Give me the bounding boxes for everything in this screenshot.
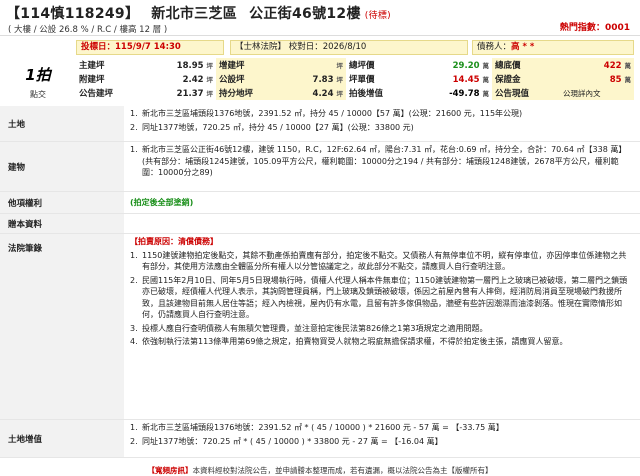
value-deposit: 85 bbox=[609, 74, 622, 85]
auction-summary: 主建坪 18.95 坪 增建坪 坪 總坪價 29.20 萬 總底價 422 萬 … bbox=[76, 58, 634, 102]
label-added-area: 增建坪 bbox=[216, 58, 285, 72]
list-item: 3. 投標人應自行查明債務人有無積欠管理費，並注意拍定後民法第826條之1第3項規… bbox=[130, 323, 488, 333]
auction-reason: 【拍賣原因：清償債務】 bbox=[130, 237, 218, 246]
list-item: 2. 同址1377地號：720.25 ㎡ * ( 45 / 10000 ) * 3… bbox=[130, 436, 443, 446]
label-announced-area: 公告建坪 bbox=[79, 89, 114, 99]
value-land-share: 4.24 bbox=[312, 88, 334, 99]
list-item: 2. 民國115年2月10日、同年5月5日現場執行時，債權人代理人稱本件無車位；1… bbox=[130, 275, 628, 320]
unit: 萬 bbox=[624, 75, 632, 84]
heat-index: 熱門指數：0001 bbox=[559, 23, 630, 33]
case-number: 【114慎118249】 bbox=[6, 6, 140, 22]
list-item: 1. 新北市三芝區公正街46號12樓，建號 1150，R.C，12F:62.64 … bbox=[130, 145, 627, 177]
auction-date-bar: 投標日：115/9/7 14:30 bbox=[76, 40, 224, 55]
list-item: 1. 新北市三芝區埔頭段1376地號：2391.52 ㎡ * ( 45 / 100… bbox=[130, 423, 504, 432]
land-label: 土地 bbox=[0, 106, 124, 141]
value-announced-value: 公現詳內文 bbox=[560, 86, 634, 100]
value-public-area: 7.83 bbox=[312, 74, 334, 85]
unit: 萬 bbox=[482, 75, 490, 84]
other-rights-value: (拍定後全部塗銷) bbox=[130, 197, 194, 207]
auction-round-badge: 1拍 點交 bbox=[6, 58, 70, 102]
detail-grid: 土地 1. 新北市三芝區埔頭段1376地號，2391.52 ㎡，持分 45 / 1… bbox=[0, 106, 640, 458]
unit: 萬 bbox=[482, 61, 490, 70]
land-value-row: 土地增值 1. 新北市三芝區埔頭段1376地號：2391.52 ㎡ * ( 45 … bbox=[0, 420, 640, 458]
debtor-bar: 債務人：高 * * bbox=[472, 40, 634, 55]
label-public-area: 公設坪 bbox=[216, 72, 285, 86]
label-value-increase: 拍後增值 bbox=[348, 89, 383, 99]
building-row: 建物 1. 新北市三芝區公正街46號12樓，建號 1150，R.C，12F:62.… bbox=[0, 142, 640, 192]
legal-content: 【拍賣原因：清償債務】 1. 1150建號建物拍定後點交，其餘不動產係拍賣應有部分… bbox=[124, 234, 640, 419]
value-value-increase: -49.78 bbox=[449, 88, 480, 99]
location: 新北市三芝區 bbox=[151, 6, 238, 22]
value-main-area: 18.95 bbox=[176, 60, 204, 71]
value-total-price-ping: 29.20 bbox=[452, 60, 480, 71]
court-bar: 【士林法院】 校對日：2026/8/10 bbox=[230, 40, 468, 55]
list-item: 4. 依強制執行法第113條準用第69條之規定，拍賣物買受人就物之瑕疵無擔保請求權… bbox=[130, 337, 568, 346]
unit: 坪 bbox=[336, 89, 343, 98]
value-attached-area: 2.42 bbox=[182, 74, 204, 85]
address: 公正街46號12樓 bbox=[249, 6, 361, 22]
footer-tag: 【寬頻房訊】 bbox=[147, 466, 193, 475]
list-item: 1. 新北市三芝區埔頭段1376地號，2391.52 ㎡，持分 45 / 1000… bbox=[130, 109, 523, 118]
gift-data-row: 贈本資料 bbox=[0, 214, 640, 234]
unit: 坪 bbox=[206, 89, 214, 98]
label-attached-area: 附建坪 bbox=[79, 75, 105, 85]
legal-row: 法院筆錄 【拍賣原因：清償債務】 1. 1150建號建物拍定後點交，其餘不動產係拍… bbox=[0, 234, 640, 420]
unit: 萬 bbox=[482, 89, 490, 98]
unit: 坪 bbox=[336, 61, 343, 70]
building-content: 1. 新北市三芝區公正街46號12樓，建號 1150，R.C，12F:62.64 … bbox=[124, 142, 640, 191]
unit: 坪 bbox=[206, 75, 214, 84]
page-title: 【114慎118249】 新北市三芝區 公正街46號12樓 (待標) bbox=[6, 3, 391, 23]
other-rights-label: 他項權利 bbox=[0, 192, 124, 213]
unit: 坪 bbox=[336, 75, 343, 84]
unit: 萬 bbox=[624, 61, 632, 70]
label-main-area: 主建坪 bbox=[79, 61, 105, 71]
unit: 坪 bbox=[206, 61, 214, 70]
building-label: 建物 bbox=[0, 142, 124, 191]
list-item: 1. 1150建號建物拍定後點交，其餘不動產係拍賣應有部分，拍定後不點交。又債務人… bbox=[130, 250, 627, 272]
land-row: 土地 1. 新北市三芝區埔頭段1376地號，2391.52 ㎡，持分 45 / 1… bbox=[0, 106, 640, 142]
label-total-price-ping: 總坪價 bbox=[348, 61, 375, 71]
label-land-share: 持分地坪 bbox=[216, 86, 285, 100]
footer-text: 本資料經校對法院公告，並申請謄本整理而成，若有遺漏，概以法院公告為主【版權所有】 bbox=[192, 466, 493, 475]
label-announced-value: 公告現值 bbox=[492, 86, 561, 100]
delivery-type: 點交 bbox=[30, 90, 46, 99]
legal-label: 法院筆錄 bbox=[0, 234, 124, 419]
status-badge: (待標) bbox=[364, 11, 391, 21]
page-header: 【114慎118249】 新北市三芝區 公正街46號12樓 (待標) ( 大樓 / 公… bbox=[0, 0, 640, 36]
footer: 【寬頻房訊】本資料經校對法院公告，並申請謄本整理而成，若有遺漏，概以法院公告為主… bbox=[0, 465, 640, 475]
label-deposit: 保證金 bbox=[492, 72, 561, 86]
other-rights-row: 他項權利 (拍定後全部塗銷) bbox=[0, 192, 640, 214]
land-value-content: 1. 新北市三芝區埔頭段1376地號：2391.52 ㎡ * ( 45 / 100… bbox=[124, 420, 640, 457]
gift-data-value bbox=[124, 214, 640, 233]
value-announced-area: 21.37 bbox=[176, 88, 204, 99]
property-summary: ( 大樓 / 公設 26.8 % / R.C / 樓高 12 層 ) bbox=[8, 25, 168, 35]
land-content: 1. 新北市三芝區埔頭段1376地號，2391.52 ㎡，持分 45 / 1000… bbox=[124, 106, 640, 141]
auction-round: 1拍 bbox=[25, 66, 51, 84]
value-base-price: 422 bbox=[603, 60, 622, 71]
land-value-label: 土地增值 bbox=[0, 420, 124, 457]
gift-data-label: 贈本資料 bbox=[0, 214, 124, 233]
label-unit-price: 坪單價 bbox=[348, 75, 375, 85]
value-unit-price: 14.45 bbox=[452, 74, 480, 85]
label-base-price: 總底價 bbox=[492, 58, 561, 72]
list-item: 2. 同址1377地號，720.25 ㎡，持分 45 / 10000【27 萬】(… bbox=[130, 122, 414, 132]
